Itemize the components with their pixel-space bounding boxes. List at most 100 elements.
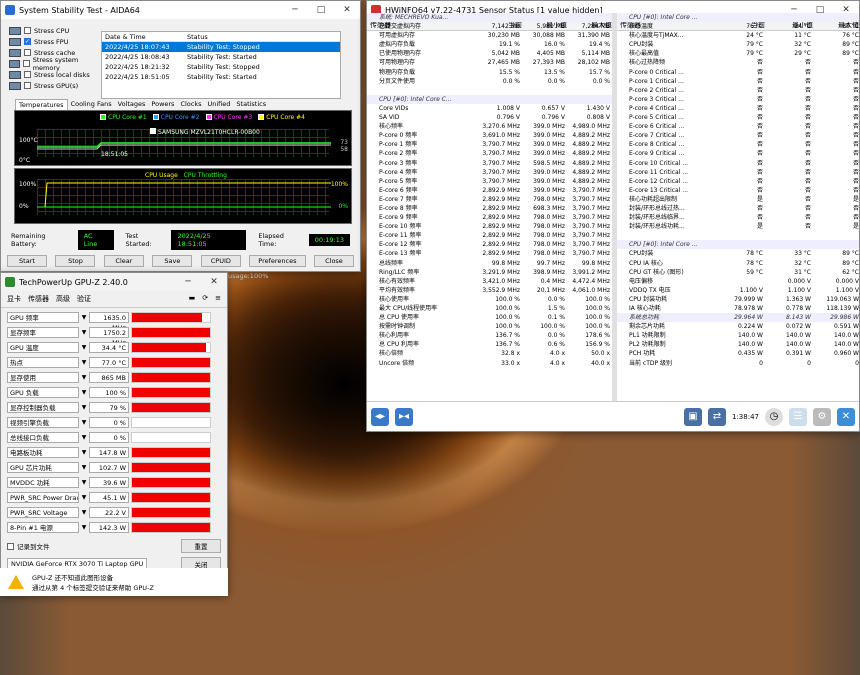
log-row[interactable]: 2022/4/25 18:08:43 Stability Test: Starte… bbox=[102, 52, 340, 62]
sensor-row[interactable]: E-core 10 频率 2,892.9 MHz 798.0 MHz 3,790.7 … bbox=[367, 222, 612, 231]
sensor-row[interactable]: 总 CPU 利用率 136.7 % 0.6 % 156.9 % bbox=[367, 340, 612, 349]
sensor-row[interactable]: Uncore 倍频 33.0 x 4.0 x 40.0 x bbox=[367, 359, 612, 368]
tab-0[interactable]: Temperatures bbox=[15, 99, 68, 110]
sensor-row[interactable]: CPU封装 78 °C 33 °C 89 °C bbox=[617, 249, 859, 258]
gpuz-titlebar[interactable]: TechPowerUp GPU-Z 2.40.0 ─ ✕ bbox=[1, 273, 227, 291]
sensor-row[interactable]: E-core 6 Critical ... 否 否 否 bbox=[617, 122, 859, 131]
sensor-row[interactable]: E-core 9 Critical ... 否 否 否 bbox=[617, 149, 859, 158]
sensor-row[interactable]: 总 CPU 使用率 100.0 % 0.1 % 100.0 % bbox=[367, 313, 612, 322]
sensor-row[interactable]: Core VIDs 1.008 V 0.657 V 1.430 V bbox=[367, 104, 612, 113]
sensor-row[interactable]: IA 核心功耗 78.978 W 0.778 W 118.139 W bbox=[617, 304, 859, 313]
stress-checkbox[interactable] bbox=[23, 60, 30, 67]
log-row[interactable]: 2022/4/25 18:07:43 Stability Test: Stoppe… bbox=[102, 42, 340, 52]
sensor-row[interactable]: P-core 5 频率 3,790.7 MHz 399.0 MHz 4,889.2 M… bbox=[367, 177, 612, 186]
sensor-row[interactable]: 核心倍频 32.8 x 4.0 x 50.0 x bbox=[367, 349, 612, 358]
aida-button-3[interactable]: Save bbox=[152, 255, 193, 267]
sensor-row[interactable]: 核心温度与TjMAX... 24 °C 11 °C 76 °C bbox=[617, 31, 859, 40]
sensor-row[interactable]: 按需时钟调制 100.0 % 100.0 % 100.0 % bbox=[367, 322, 612, 331]
sensor-row[interactable]: E-core 7 频率 2,892.9 MHz 798.0 MHz 3,790.7 M… bbox=[367, 195, 612, 204]
sensor-row[interactable]: P-core 3 频率 3,790.7 MHz 598.5 MHz 4,889.2 M… bbox=[367, 159, 612, 168]
dropdown-arrow-icon[interactable]: ▼ bbox=[79, 374, 89, 381]
nav-right-icon[interactable]: ▸◂ bbox=[395, 407, 413, 426]
sensor-row[interactable]: PL2 功耗限制 140.0 W 140.0 W 140.0 W bbox=[617, 340, 859, 349]
gpuz-tab-0[interactable]: 显卡 bbox=[7, 294, 21, 304]
close-button[interactable]: ✕ bbox=[201, 277, 227, 287]
sensor-row[interactable]: 总线频率 99.8 MHz 99.7 MHz 99.8 MHz bbox=[367, 259, 612, 268]
sensor-row[interactable]: CPU IA 核心 78 °C 32 °C 89 °C bbox=[617, 259, 859, 268]
sensor-row[interactable]: P-core 0 频率 3,691.0 MHz 399.0 MHz 4,889.2 M… bbox=[367, 131, 612, 140]
sensor-row[interactable]: 核心最高值 79 °C 29 °C 89 °C bbox=[617, 49, 859, 58]
close-button[interactable]: ✕ bbox=[334, 5, 360, 15]
sensor-row[interactable]: 核心温度 76 °C 24 °C 89 °C bbox=[617, 22, 859, 31]
stress-checkbox[interactable] bbox=[24, 82, 31, 89]
sensor-row[interactable]: E-core 6 频率 2,892.9 MHz 399.0 MHz 3,790.7 M… bbox=[367, 186, 612, 195]
sensor-row[interactable]: E-core 13 频率 2,892.9 MHz 798.0 MHz 3,790.7 … bbox=[367, 249, 612, 258]
dropdown-arrow-icon[interactable]: ▼ bbox=[79, 389, 89, 396]
sensor-row[interactable]: 核心使用率 100.0 % 0.0 % 100.0 % bbox=[367, 295, 612, 304]
dropdown-arrow-icon[interactable]: ▼ bbox=[79, 359, 89, 366]
tab-6[interactable]: Statistics bbox=[233, 99, 269, 110]
minimize-button[interactable]: ─ bbox=[282, 5, 308, 15]
dropdown-arrow-icon[interactable]: ▼ bbox=[79, 404, 89, 411]
report-icon[interactable]: ☰ bbox=[789, 407, 807, 426]
sensor-row[interactable]: 当前 cTDP 级别 0 0 0 bbox=[617, 359, 859, 368]
tab-1[interactable]: Cooling Fans bbox=[68, 99, 115, 110]
close-icon[interactable]: ✕ bbox=[837, 407, 855, 426]
sensor-row[interactable]: P-core 5 Critical ... 否 否 否 bbox=[617, 113, 859, 122]
sensor-row[interactable]: P-core 1 Critical ... 否 否 否 bbox=[617, 77, 859, 86]
dropdown-arrow-icon[interactable]: ▼ bbox=[79, 509, 89, 516]
sensor-row[interactable]: E-core 12 频率 2,892.9 MHz 798.0 MHz 3,790.7 … bbox=[367, 240, 612, 249]
gpuz-tab-3[interactable]: 验证 bbox=[77, 294, 91, 304]
stress-option[interactable]: Stress local disks bbox=[9, 69, 101, 80]
dropdown-arrow-icon[interactable]: ▼ bbox=[79, 314, 89, 321]
sensor-row[interactable]: VDDQ TX 电压 1.100 V 1.100 V 1.100 V bbox=[617, 286, 859, 295]
gpuz-tab-2[interactable]: 高级 bbox=[56, 294, 70, 304]
sensor-row[interactable]: P-core 3 Critical ... 否 否 否 bbox=[617, 95, 859, 104]
sensor-row[interactable]: 核心频率 3,270.6 MHz 399.0 MHz 4,989.0 MHz bbox=[367, 122, 612, 131]
aida-titlebar[interactable]: System Stability Test - AIDA64 ─ □ ✕ bbox=[1, 1, 360, 19]
stress-checkbox[interactable] bbox=[24, 27, 31, 34]
tab-5[interactable]: Unified bbox=[205, 99, 234, 110]
sensor-row[interactable]: PL1 功耗限制 140.0 W 140.0 W 140.0 W bbox=[617, 331, 859, 340]
stress-checkbox[interactable] bbox=[24, 71, 31, 78]
gpuz-window[interactable]: TechPowerUp GPU-Z 2.40.0 ─ ✕ 显卡 传感器 高级 验证 ▬… bbox=[0, 272, 228, 595]
hwinfo-window[interactable]: HWiNFO64 v7.22-4731 Sensor Status [1 val… bbox=[366, 0, 860, 432]
sensor-row[interactable]: Ring/LLC 频率 3,291.9 MHz 398.9 MHz 3,991.2 M… bbox=[367, 268, 612, 277]
tab-4[interactable]: Clocks bbox=[177, 99, 204, 110]
stress-option[interactable]: Stress GPU(s) bbox=[9, 80, 101, 91]
sensor-list-right[interactable]: CPU [#0]: Intel Core ... 核心温度 76 °C 24 °C 89… bbox=[617, 13, 859, 368]
sensor-row[interactable]: 核心过热降频 否 否 否 bbox=[617, 58, 859, 67]
reset-button[interactable]: 重置 bbox=[181, 539, 221, 553]
sensor-row[interactable]: CPU 封装功耗 79.999 W 1.363 W 119.063 W bbox=[617, 295, 859, 304]
sensor-row[interactable]: P-core 0 Critical ... 否 否 否 bbox=[617, 68, 859, 77]
refresh-icon[interactable]: ⟳ bbox=[202, 294, 208, 304]
sensor-row[interactable]: 分页文件使用 0.0 % 0.0 % 0.0 % bbox=[367, 77, 612, 86]
aida-button-5[interactable]: Preferences bbox=[249, 255, 306, 267]
dropdown-arrow-icon[interactable]: ▼ bbox=[79, 434, 89, 441]
sensor-row[interactable]: 已使用物理内存 5,042 MB 4,405 MB 5,114 MB bbox=[367, 49, 612, 58]
sensor-row[interactable]: 最大 CPU/线程使用率 100.0 % 1.5 % 100.0 % bbox=[367, 304, 612, 313]
dropdown-arrow-icon[interactable]: ▼ bbox=[79, 419, 89, 426]
sensor-row[interactable]: 封装/环形总线临界... 否 否 否 bbox=[617, 213, 859, 222]
sensor-row[interactable]: 剩余芯片功耗 0.224 W 0.072 W 0.591 W bbox=[617, 322, 859, 331]
log-row[interactable]: 2022/4/25 18:51:05 Stability Test: Starte… bbox=[102, 72, 340, 82]
sensor-row[interactable] bbox=[367, 86, 612, 95]
sensor-group[interactable]: CPU [#0]: Intel Core ... bbox=[617, 13, 859, 23]
dropdown-arrow-icon[interactable]: ▼ bbox=[79, 449, 89, 456]
aida-button-1[interactable]: Stop bbox=[55, 255, 96, 267]
menu-icon[interactable]: ≡ bbox=[215, 294, 221, 304]
log-to-file-checkbox[interactable] bbox=[7, 542, 14, 550]
sensor-row[interactable]: PCH 功耗 0.435 W 0.391 W 0.960 W bbox=[617, 349, 859, 358]
sensor-row[interactable]: E-core 10 Critical ... 否 否 否 bbox=[617, 159, 859, 168]
gpuz-tab-1[interactable]: 传感器 bbox=[28, 294, 49, 304]
sensor-row[interactable]: CPU封装 79 °C 32 °C 89 °C bbox=[617, 40, 859, 49]
sync-icon[interactable]: ⇄ bbox=[708, 407, 726, 426]
sensor-row[interactable]: P-core 1 频率 3,790.7 MHz 399.0 MHz 4,889.2 M… bbox=[367, 140, 612, 149]
stress-option[interactable]: ✓ Stress FPU bbox=[9, 36, 101, 47]
sensor-group[interactable]: CPU [#0]: Intel Core ... bbox=[617, 240, 859, 250]
sensor-row[interactable]: 电压偏移 0.000 V 0.000 V bbox=[617, 277, 859, 286]
sensor-row[interactable]: E-core 13 Critical ... 否 否 否 bbox=[617, 186, 859, 195]
sensor-row[interactable]: E-core 8 Critical ... 否 否 否 bbox=[617, 140, 859, 149]
log-row[interactable]: 2022/4/25 18:21:32 Stability Test: Stoppe… bbox=[102, 62, 340, 72]
dropdown-arrow-icon[interactable]: ▼ bbox=[79, 494, 89, 501]
